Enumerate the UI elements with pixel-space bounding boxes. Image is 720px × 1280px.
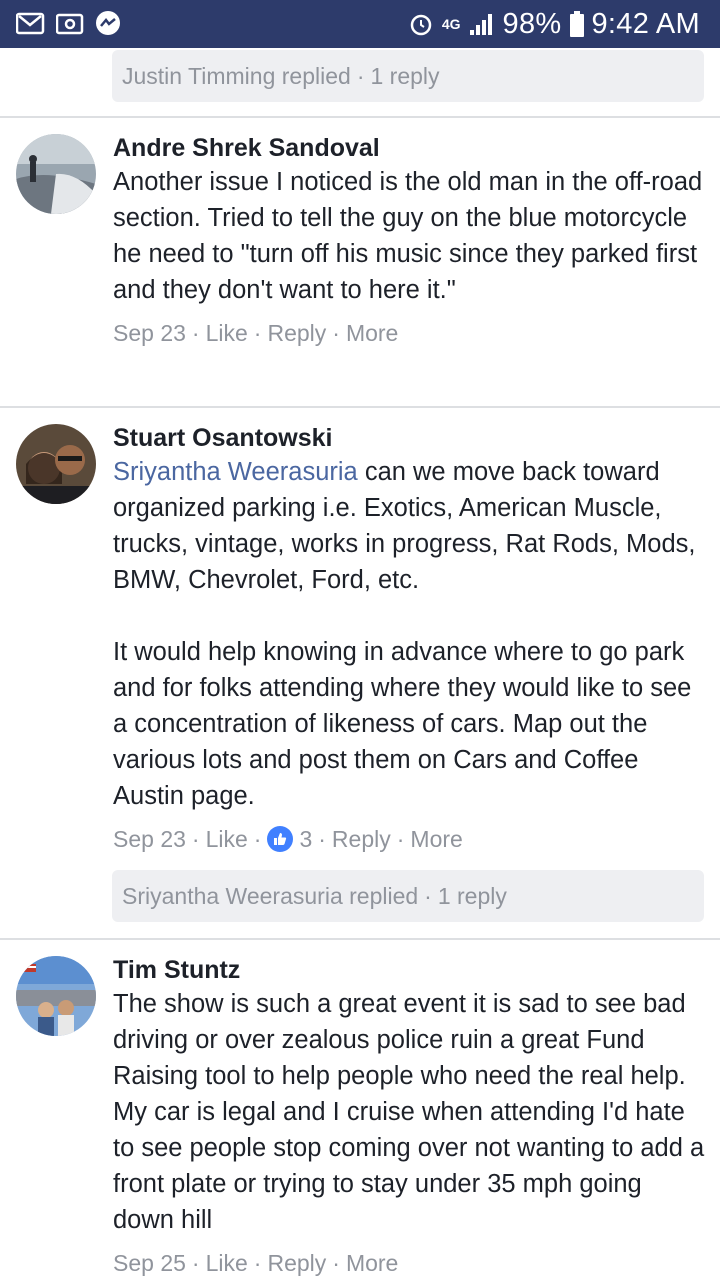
battery-icon	[569, 11, 584, 37]
signal-icon	[469, 12, 495, 36]
more-button[interactable]: More	[346, 318, 398, 348]
alarm-icon	[408, 11, 434, 37]
comment-author[interactable]: Andre Shrek Sandoval	[113, 132, 708, 164]
messenger-icon	[94, 10, 122, 38]
battery-percent: 98%	[502, 7, 562, 40]
avatar[interactable]	[16, 134, 96, 214]
reaction-count[interactable]: 3	[299, 824, 312, 854]
more-button[interactable]: More	[410, 824, 462, 854]
comment-actions: Sep 25 · Like · Reply · More	[113, 1248, 399, 1278]
avatar[interactable]	[16, 424, 96, 504]
view-replies-button[interactable]: Justin Timming replied · 1 reply	[112, 50, 704, 102]
comment-text-body: can we move back toward organized parkin…	[113, 458, 696, 810]
reply-count: 1 reply	[437, 882, 507, 909]
comment-date: Sep 23	[113, 320, 186, 346]
network-type-label: 4G	[441, 16, 461, 32]
comment-author[interactable]: Tim Stuntz	[113, 954, 708, 986]
thumbs-up-icon	[267, 826, 294, 852]
avatar[interactable]	[16, 956, 96, 1036]
reply-button[interactable]: Reply	[267, 1248, 326, 1278]
comment-item: Tim Stuntz The show is such a great even…	[0, 940, 720, 1280]
comment-feed: Justin Timming replied · 1 reply Andre S…	[0, 48, 720, 1280]
comment-text: The show is such a great event it is sad…	[113, 990, 712, 1234]
reply-author: Sriyantha Weerasuria replied	[122, 882, 419, 909]
comment-actions: Sep 23 · Like · Reply · More	[113, 318, 399, 348]
outlook-icon	[56, 12, 84, 36]
reply-count: 1 reply	[370, 62, 440, 89]
comment-item: Stuart Osantowski Sriyantha Weerasuria c…	[0, 408, 720, 938]
like-button[interactable]: Like	[206, 824, 248, 854]
comment-text: Another issue I noticed is the old man i…	[113, 168, 710, 304]
comment-item: Andre Shrek Sandoval Another issue I not…	[0, 118, 720, 406]
comment-date: Sep 23	[113, 826, 186, 852]
more-button[interactable]: More	[346, 1248, 398, 1278]
status-bar: 4G 98% 9:42 AM	[0, 0, 720, 48]
like-button[interactable]: Like	[206, 1248, 248, 1278]
view-replies-button[interactable]: Sriyantha Weerasuria replied · 1 reply	[112, 870, 704, 922]
reply-button[interactable]: Reply	[332, 824, 391, 854]
reply-author: Justin Timming replied	[122, 62, 351, 89]
comment-actions: Sep 23 · Like · 3 · Reply · More	[113, 824, 463, 854]
comment-text: Sriyantha Weerasuria can we move back to…	[113, 454, 708, 814]
like-button[interactable]: Like	[206, 318, 248, 348]
clock-time: 9:42 AM	[591, 7, 700, 40]
comment-author[interactable]: Stuart Osantowski	[113, 422, 708, 454]
mention-link[interactable]: Sriyantha Weerasuria	[113, 458, 358, 486]
comment-date: Sep 25	[113, 1250, 186, 1276]
gmail-icon	[16, 12, 46, 36]
reply-button[interactable]: Reply	[267, 318, 326, 348]
